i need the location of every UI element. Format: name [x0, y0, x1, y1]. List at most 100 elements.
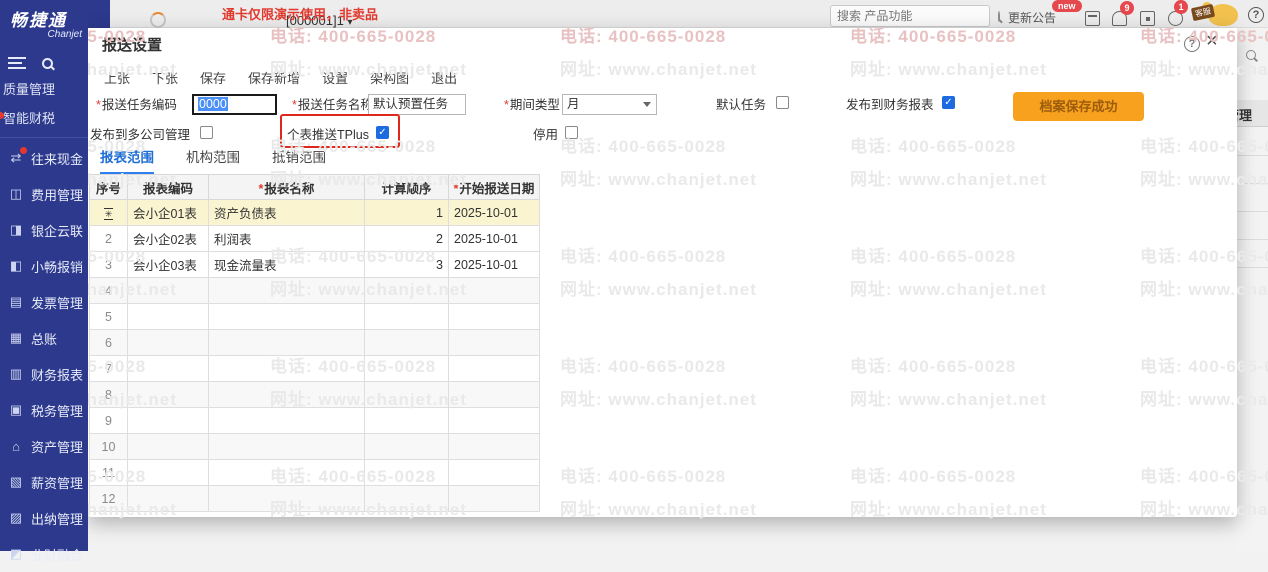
- report-settings-dialog: 报送设置 ? × 上张 下张 保存 保存新增 设置 架构图 退出 *报送任务编码 0000 …: [88, 28, 1237, 517]
- sidebar-item-label: 资产管理: [31, 439, 84, 455]
- sidebar-item-银企云联[interactable]: ◨ 银企云联: [0, 212, 88, 248]
- column-header-报表名称: *报表名称: [208, 174, 365, 200]
- task-name-input[interactable]: 默认预置任务: [368, 94, 466, 115]
- payroll-icon: ▧: [9, 474, 23, 489]
- table-row[interactable]: 7: [89, 355, 540, 382]
- search-icon[interactable]: [998, 10, 1000, 22]
- column-header-开始报送日期: *开始报送日期: [448, 174, 540, 200]
- table-row[interactable]: 10: [89, 433, 540, 460]
- table-row[interactable]: 12: [89, 485, 540, 512]
- notification-dot: [20, 147, 27, 154]
- close-icon[interactable]: ×: [1206, 30, 1218, 53]
- product-logo-icon: [150, 12, 166, 28]
- table-row[interactable]: 2 会小企02表 利润表 2 2025-10-01: [89, 225, 540, 252]
- sidebar-item-label: 费用管理: [31, 187, 84, 203]
- search-input[interactable]: [831, 9, 998, 23]
- invoice-icon: ▤: [9, 294, 23, 309]
- period-type-label: *期间类型: [504, 98, 560, 112]
- toolbar-button-退出[interactable]: 退出: [431, 68, 457, 87]
- customer-service-mascot[interactable]: 客服: [1190, 2, 1238, 28]
- sidebar-item-label: 财务报表: [31, 367, 84, 383]
- table-row[interactable]: ✳ 会小企01表 资产负债表 1 2025-10-01: [89, 199, 540, 226]
- table-row[interactable]: 11: [89, 459, 540, 486]
- sidebar-search-icon[interactable]: [42, 57, 53, 69]
- column-header-序号: 序号: [89, 174, 128, 200]
- sidebar-divider: [0, 137, 88, 138]
- sidebar-item-出纳管理[interactable]: ▨ 出纳管理: [0, 500, 88, 536]
- sidebar-item-资产管理[interactable]: ⌂ 资产管理: [0, 428, 88, 464]
- sidebar-item-label: 小畅报销: [31, 259, 84, 275]
- default-task-label: 默认任务: [716, 98, 767, 112]
- tab-报表范围[interactable]: 报表范围: [100, 146, 154, 175]
- task-code-input[interactable]: 0000: [192, 94, 277, 115]
- tplus-push-label: 个表推送TPlus: [287, 128, 369, 142]
- demo-license-notice: 通卡仅限演示使用，非卖品: [222, 7, 379, 22]
- period-type-select[interactable]: 月: [562, 94, 657, 115]
- tab-抵销范围[interactable]: 抵销范围: [272, 146, 326, 175]
- disable-label: 停用: [533, 128, 559, 142]
- sidebar-item-总账[interactable]: ▦ 总账: [0, 320, 88, 356]
- sidebar-item-label: 发票管理: [31, 295, 84, 311]
- default-task-checkbox[interactable]: [776, 96, 789, 109]
- tplus-push-checkbox[interactable]: ✓: [376, 126, 389, 139]
- column-header-报表编码: 报表编码: [127, 174, 209, 200]
- sidebar-item-业财融合[interactable]: ◩ 业财融合: [0, 536, 88, 572]
- tab-机构范围[interactable]: 机构范围: [186, 146, 240, 175]
- report-range-table: 序号 报表编码 *报表名称 计算顺序 *开始报送日期 ✳ 会小企01表 资产负债表 1 2025…: [89, 174, 540, 512]
- sidebar-group-quality[interactable]: 质量管理: [0, 69, 88, 98]
- sidebar-item-税务管理[interactable]: ▣ 税务管理: [0, 392, 88, 428]
- multi-company-label: 发布到多公司管理: [90, 128, 191, 142]
- toolbar-button-设置[interactable]: 设置: [322, 68, 348, 87]
- expense-icon: ◫: [9, 186, 23, 201]
- global-search[interactable]: [830, 5, 1000, 27]
- task-name-label: *报送任务名称: [292, 98, 373, 112]
- sidebar-group-smart-finance[interactable]: 智能财税: [0, 98, 88, 127]
- help-icon[interactable]: ?: [1248, 7, 1264, 23]
- toolbar-button-上张[interactable]: 上张: [104, 68, 130, 87]
- table-row[interactable]: 3 会小企03表 现金流量表 3 2025-10-01: [89, 251, 540, 278]
- notification-count-badge: 9: [1120, 1, 1134, 15]
- table-row[interactable]: 4: [89, 277, 540, 304]
- sidebar: 质量管理 智能财税 ⇄ 往来现金 ◫ 费用管理 ◨ 银企云联 ◧ 小畅报销 ▤ 发票管理 ▦ 总账 ▥ 财…: [0, 45, 88, 563]
- calendar-icon[interactable]: [1085, 11, 1100, 26]
- sidebar-item-薪资管理[interactable]: ▧ 薪资管理: [0, 464, 88, 500]
- task-code-label: *报送任务编码: [96, 98, 177, 112]
- multi-company-checkbox[interactable]: [200, 126, 213, 139]
- background-search-icon: [1246, 50, 1256, 60]
- table-row[interactable]: 8: [89, 381, 540, 408]
- table-row[interactable]: 5: [89, 303, 540, 330]
- sidebar-item-往来现金[interactable]: ⇄ 往来现金: [0, 140, 88, 176]
- toolbar-button-下张[interactable]: 下张: [152, 68, 178, 87]
- update-announcement-link[interactable]: 更新公告: [1008, 9, 1056, 26]
- save-success-toast: 档案保存成功: [1013, 92, 1144, 121]
- menu-icon[interactable]: [8, 57, 26, 69]
- bank-cloud-icon: ◨: [9, 222, 23, 237]
- dialog-tabs: 报表范围 机构范围 抵销范围: [100, 146, 326, 175]
- sidebar-item-费用管理[interactable]: ◫ 费用管理: [0, 176, 88, 212]
- message-count-badge: 1: [1174, 0, 1188, 14]
- sidebar-item-小畅报销[interactable]: ◧ 小畅报销: [0, 248, 88, 284]
- toolbar-button-架构图[interactable]: 架构图: [370, 68, 409, 87]
- sidebar-item-list: ⇄ 往来现金 ◫ 费用管理 ◨ 银企云联 ◧ 小畅报销 ▤ 发票管理 ▦ 总账 ▥ 财务报表 ▣ 税务管理 ⌂ 资…: [0, 140, 88, 572]
- sidebar-item-label: 薪资管理: [31, 475, 84, 491]
- monitor-icon[interactable]: [1140, 11, 1155, 26]
- dialog-help-icon[interactable]: ?: [1184, 36, 1200, 52]
- toolbar-button-保存[interactable]: 保存: [200, 68, 226, 87]
- sidebar-item-label: 出纳管理: [31, 511, 84, 527]
- current-row-icon: ✳: [103, 207, 114, 220]
- reimburse-icon: ◧: [9, 258, 23, 273]
- toolbar-button-保存新增[interactable]: 保存新增: [248, 68, 300, 87]
- sidebar-item-label: 银企云联: [31, 223, 84, 239]
- disable-checkbox[interactable]: [565, 126, 578, 139]
- sidebar-item-财务报表[interactable]: ▥ 财务报表: [0, 356, 88, 392]
- transfer-icon: ⇄: [8, 147, 27, 166]
- logo-background: [88, 0, 110, 28]
- table-row[interactable]: 6: [89, 329, 540, 356]
- sidebar-item-label: 税务管理: [31, 403, 84, 419]
- dialog-title: 报送设置: [102, 37, 163, 54]
- publish-finance-checkbox[interactable]: ✓: [942, 96, 955, 109]
- table-row[interactable]: 9: [89, 407, 540, 434]
- publish-finance-label: 发布到财务报表: [846, 98, 934, 112]
- cashier-icon: ▨: [9, 510, 23, 525]
- sidebar-item-发票管理[interactable]: ▤ 发票管理: [0, 284, 88, 320]
